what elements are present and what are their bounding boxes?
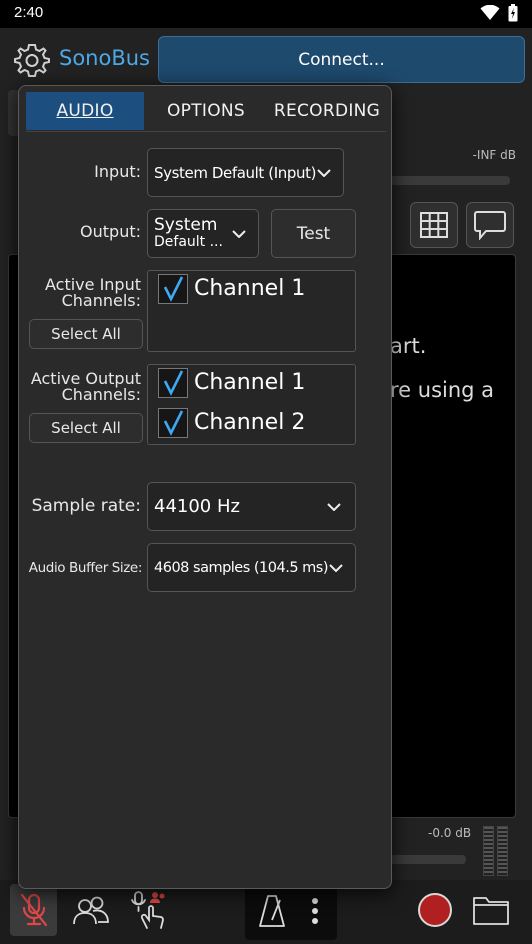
vu-meter [483,826,509,876]
output-device-value-line2: Default ... [154,233,223,250]
battery-icon [508,4,518,22]
chevron-down-icon [317,168,331,177]
settings-tabs: AUDIO OPTIONS RECORDING [26,92,386,132]
main-message-line1: art. [390,334,427,358]
record-button[interactable] [418,893,452,927]
select-all-input-button[interactable]: Select All [29,319,143,349]
status-bar: 2:40 [0,0,532,28]
gear-icon [14,44,50,77]
mute-button[interactable] [10,884,57,936]
input-channel-1-label: Channel 1 [194,276,306,301]
more-vertical-icon [312,898,318,924]
checkmark-icon [163,276,184,302]
output-channel-1-label: Channel 1 [194,370,306,395]
peers-button[interactable] [68,886,114,934]
main-message-line2: re using a [390,378,495,402]
test-button[interactable]: Test [271,209,356,258]
input-device-value: System Default (Input) [154,163,317,182]
sample-rate-value: 44100 Hz [154,496,240,517]
output-channel-2-checkbox[interactable] [158,408,188,438]
vu-meter-right [497,826,508,876]
output-device-value-line1: System [154,214,218,235]
connect-button[interactable]: Connect... [158,36,525,83]
input-level-label: -INF dB [472,148,516,162]
output-device-select[interactable]: System Default ... [147,209,259,258]
wifi-icon [480,5,500,20]
buffer-size-value: 4608 samples (104.5 ms) [154,559,329,576]
output-channel-1-checkbox[interactable] [158,368,188,398]
metronome-button[interactable] [253,888,291,934]
files-button[interactable] [470,890,512,930]
chevron-down-icon [329,563,343,572]
chevron-down-icon [327,502,341,511]
checkmark-icon [163,410,184,436]
input-level-meter [390,176,510,185]
checkmark-icon [163,370,184,396]
tab-options[interactable]: OPTIONS [146,92,266,130]
mic-muted-icon [20,893,47,927]
output-level-slider[interactable] [390,855,466,864]
metronome-icon [259,895,285,927]
sample-rate-label: Sample rate: [31,496,141,516]
mic-hand-icon [131,891,165,929]
chat-bubble-icon [474,211,506,240]
status-icons [480,4,518,22]
output-label: Output: [80,222,141,241]
sample-rate-select[interactable]: 44100 Hz [147,482,356,531]
active-input-label-line2: Channels: [61,291,141,310]
talk-button[interactable] [124,886,170,934]
layout-button[interactable] [410,202,458,248]
input-channel-1-checkbox[interactable] [158,274,188,304]
status-time: 2:40 [14,4,44,21]
buffer-size-select[interactable]: 4608 samples (104.5 ms) [147,543,356,592]
settings-button[interactable] [14,42,50,78]
more-button[interactable] [300,888,330,934]
active-output-label-line2: Channels: [61,385,141,404]
tab-audio[interactable]: AUDIO [26,92,144,130]
tab-recording[interactable]: RECORDING [268,92,386,130]
grid-icon [420,212,448,238]
input-device-select[interactable]: System Default (Input) [147,148,344,197]
chevron-down-icon [232,229,246,238]
people-icon [73,896,109,925]
chat-button[interactable] [466,202,514,248]
input-label: Input: [94,162,141,181]
output-level-label: -0.0 dB [428,826,472,840]
vu-meter-left [483,826,494,876]
folder-icon [473,897,509,925]
buffer-size-label: Audio Buffer Size: [28,560,143,576]
select-all-output-button[interactable]: Select All [29,413,143,443]
output-channel-2-label: Channel 2 [194,410,306,435]
app-title: SonoBus [59,46,150,70]
